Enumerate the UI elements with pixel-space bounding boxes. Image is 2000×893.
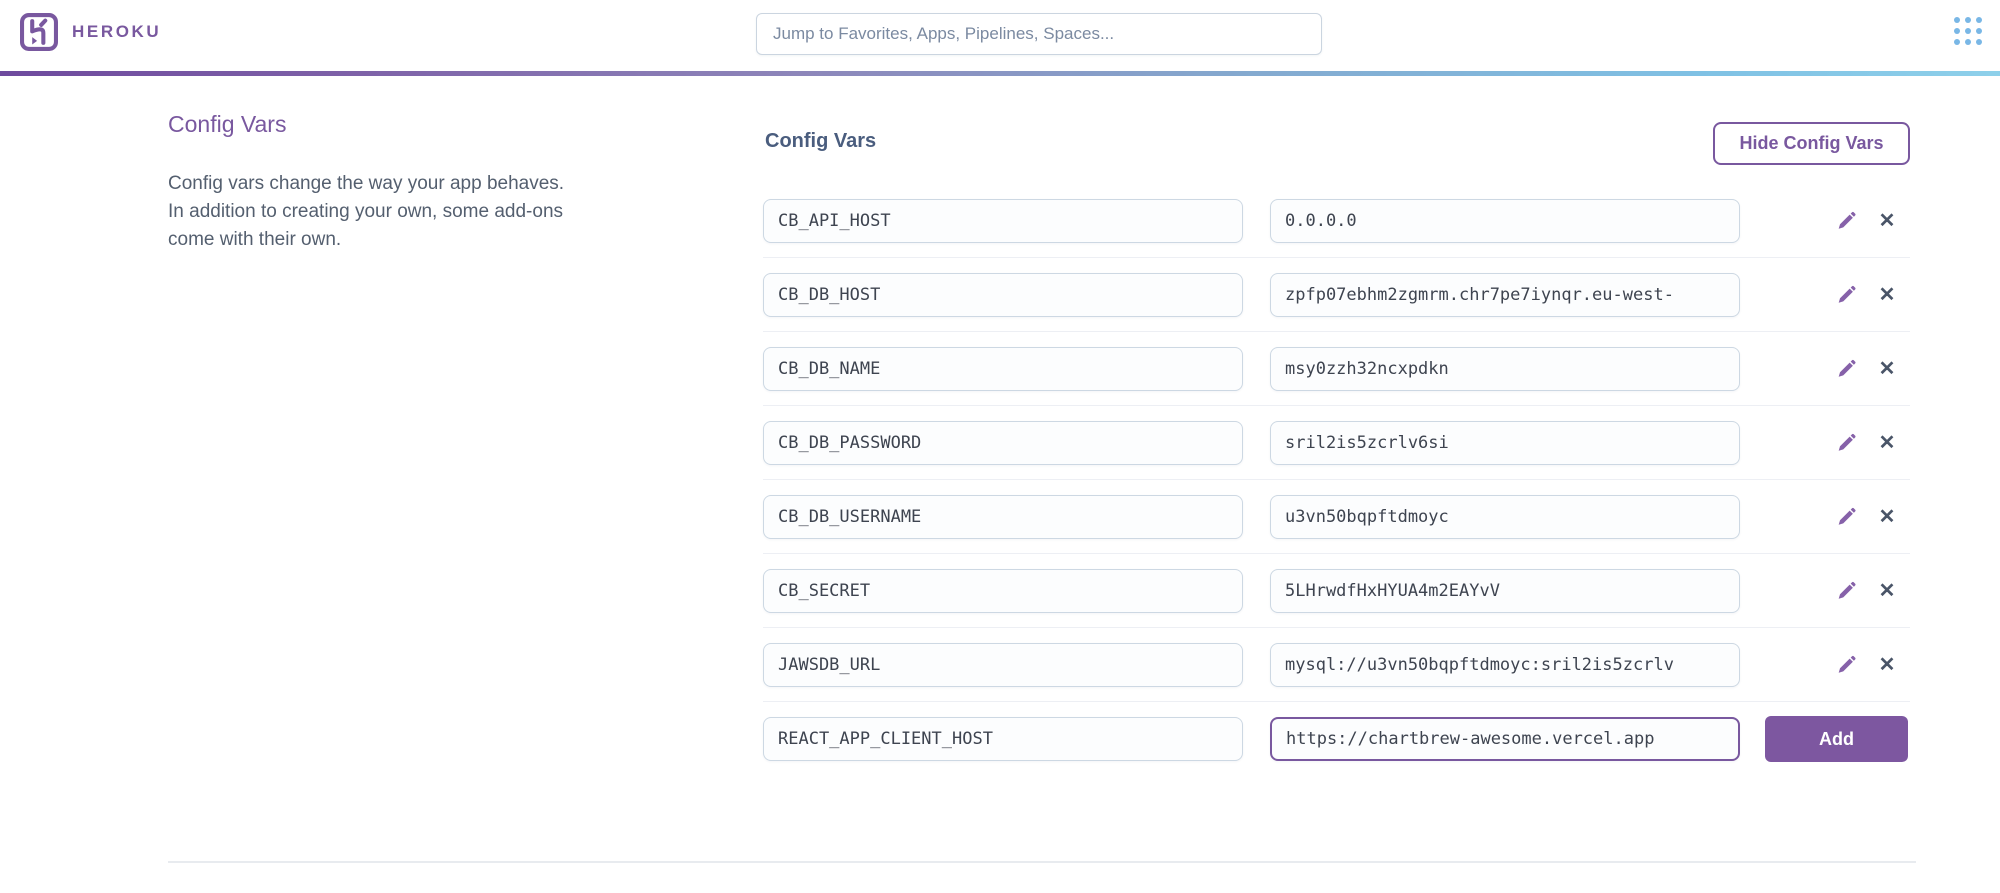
config-var-row: ✕ <box>763 199 1910 258</box>
config-key-input[interactable] <box>763 421 1243 465</box>
hide-config-vars-button[interactable]: Hide Config Vars <box>1713 122 1910 165</box>
config-value-input[interactable] <box>1270 495 1740 539</box>
config-key-input[interactable] <box>763 199 1243 243</box>
edit-pencil-icon[interactable] <box>1834 653 1858 677</box>
edit-pencil-icon[interactable] <box>1834 283 1858 307</box>
delete-x-icon[interactable]: ✕ <box>1875 579 1899 603</box>
edit-pencil-icon[interactable] <box>1834 431 1858 455</box>
section-title: Config Vars <box>168 111 286 138</box>
config-var-row: ✕ <box>763 347 1910 406</box>
row-actions: ✕ <box>1834 431 1899 455</box>
config-value-input[interactable] <box>1270 347 1740 391</box>
row-actions: ✕ <box>1834 505 1899 529</box>
config-key-input[interactable] <box>763 643 1243 687</box>
config-key-input[interactable] <box>763 495 1243 539</box>
delete-x-icon[interactable]: ✕ <box>1875 209 1899 233</box>
row-actions: ✕ <box>1834 357 1899 381</box>
config-value-input[interactable] <box>1270 717 1740 761</box>
row-actions: ✕ <box>1834 209 1899 233</box>
section-description: Config vars change the way your app beha… <box>168 170 578 254</box>
config-var-row: Add <box>763 717 1910 775</box>
global-search-input[interactable] <box>756 13 1322 55</box>
config-var-row: ✕ <box>763 421 1910 480</box>
add-button-wrap: Add <box>1765 716 1908 762</box>
config-value-input[interactable] <box>1270 643 1740 687</box>
row-actions: ✕ <box>1834 579 1899 603</box>
top-nav-bar: HEROKU <box>0 0 2000 71</box>
edit-pencil-icon[interactable] <box>1834 357 1858 381</box>
config-value-input[interactable] <box>1270 569 1740 613</box>
section-bottom-divider <box>168 861 1916 863</box>
config-var-row: ✕ <box>763 569 1910 628</box>
config-value-input[interactable] <box>1270 273 1740 317</box>
row-actions: ✕ <box>1834 653 1899 677</box>
delete-x-icon[interactable]: ✕ <box>1875 505 1899 529</box>
config-value-input[interactable] <box>1270 199 1740 243</box>
edit-pencil-icon[interactable] <box>1834 505 1858 529</box>
delete-x-icon[interactable]: ✕ <box>1875 283 1899 307</box>
brand-wordmark[interactable]: HEROKU <box>72 22 161 42</box>
apps-grid-icon[interactable] <box>1954 17 1984 47</box>
config-key-input[interactable] <box>763 347 1243 391</box>
config-var-row: ✕ <box>763 643 1910 702</box>
config-var-row: ✕ <box>763 273 1910 332</box>
config-key-input[interactable] <box>763 569 1243 613</box>
delete-x-icon[interactable]: ✕ <box>1875 357 1899 381</box>
row-actions: ✕ <box>1834 283 1899 307</box>
config-vars-heading: Config Vars <box>765 130 876 153</box>
config-value-input[interactable] <box>1270 421 1740 465</box>
config-vars-list: ✕ ✕ <box>763 199 1910 790</box>
add-config-var-button[interactable]: Add <box>1765 716 1908 762</box>
config-var-row: ✕ <box>763 495 1910 554</box>
config-key-input[interactable] <box>763 717 1243 761</box>
config-key-input[interactable] <box>763 273 1243 317</box>
delete-x-icon[interactable]: ✕ <box>1875 431 1899 455</box>
header-gradient-divider <box>0 71 2000 76</box>
edit-pencil-icon[interactable] <box>1834 579 1858 603</box>
delete-x-icon[interactable]: ✕ <box>1875 653 1899 677</box>
edit-pencil-icon[interactable] <box>1834 209 1858 233</box>
heroku-logo-icon[interactable] <box>20 13 58 51</box>
